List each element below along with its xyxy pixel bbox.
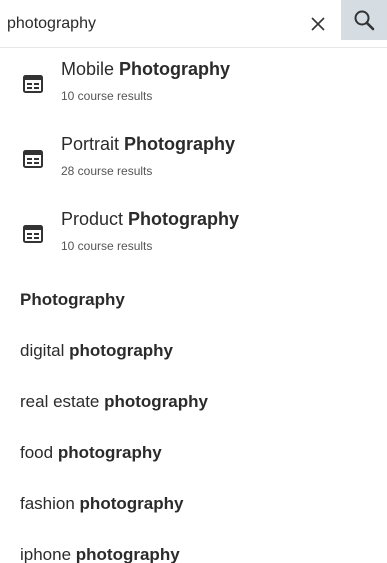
course-result-count: 10 course results — [61, 239, 153, 253]
suggestion-prefix: real estate — [20, 392, 105, 411]
search-suggestion-item[interactable]: digital photography — [0, 325, 387, 376]
search-suggestion-item[interactable]: food photography — [0, 427, 387, 478]
course-title-prefix: Portrait — [61, 134, 125, 154]
course-icon — [23, 150, 43, 168]
suggestion-highlight: photography — [104, 392, 208, 411]
course-title-highlight: Photography — [128, 209, 240, 229]
search-suggestion-item[interactable]: real estate photography — [0, 376, 387, 427]
suggestion-prefix: fashion — [20, 494, 80, 513]
search-input[interactable] — [0, 0, 300, 48]
course-result-item[interactable]: Mobile Photography 10 course results — [0, 48, 387, 123]
search-suggestions-list: Photography digital photography real est… — [0, 274, 387, 563]
course-result-count: 28 course results — [61, 164, 153, 178]
course-title: Mobile Photography — [61, 57, 230, 81]
suggestion-highlight: Photography — [20, 290, 125, 309]
course-result-item[interactable]: Product Photography 10 course results — [0, 198, 387, 273]
search-icon — [354, 10, 375, 31]
suggestion-highlight: photography — [75, 545, 180, 563]
search-suggestion-item[interactable]: Photography — [0, 274, 387, 325]
suggestion-prefix: digital — [20, 341, 70, 360]
course-icon — [23, 225, 43, 243]
suggestion-highlight: photography — [57, 443, 162, 462]
search-suggestion-item[interactable]: fashion photography — [0, 478, 387, 529]
close-icon — [311, 17, 325, 31]
suggestion-highlight: photography — [79, 494, 184, 513]
course-result-count: 10 course results — [61, 89, 153, 103]
search-button[interactable] — [341, 0, 387, 40]
course-results-list: Mobile Photography 10 course results Por… — [0, 48, 387, 273]
course-icon — [23, 75, 43, 93]
course-title: Portrait Photography — [61, 132, 235, 156]
suggestion-highlight: photography — [69, 341, 174, 360]
course-title-prefix: Mobile — [61, 59, 120, 79]
clear-search-button[interactable] — [300, 0, 336, 48]
search-suggestion-item[interactable]: iphone photography — [0, 529, 387, 563]
course-result-item[interactable]: Portrait Photography 28 course results — [0, 123, 387, 198]
course-title-highlight: Photography — [119, 59, 231, 79]
course-title-prefix: Product — [61, 209, 129, 229]
suggestion-prefix: iphone — [20, 545, 76, 563]
course-title-highlight: Photography — [124, 134, 236, 154]
course-title: Product Photography — [61, 207, 239, 231]
search-bar — [0, 0, 387, 48]
suggestion-prefix: food — [20, 443, 58, 462]
search-dropdown: Mobile Photography 10 course results Por… — [0, 0, 387, 563]
